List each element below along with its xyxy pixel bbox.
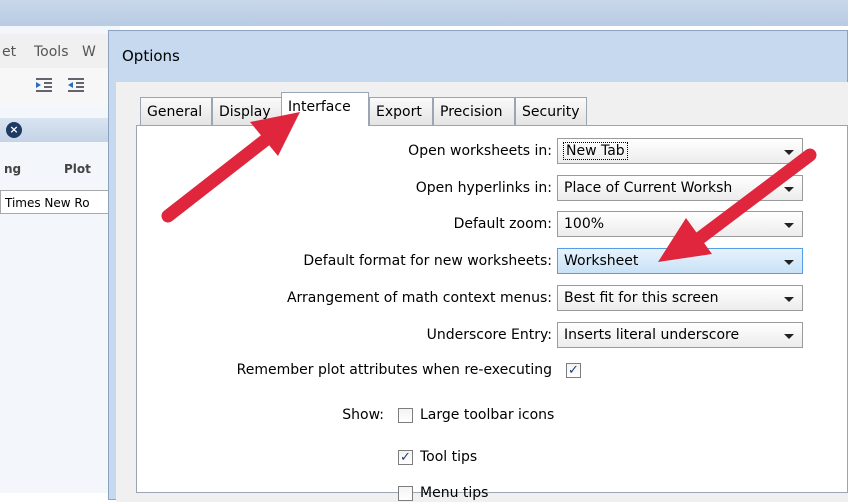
menu-item-window[interactable]: W	[82, 44, 96, 60]
tab-label: Security	[522, 104, 580, 120]
tab-export[interactable]: Export	[369, 97, 433, 125]
close-icon[interactable]: ×	[6, 122, 22, 138]
chevron-down-icon	[784, 260, 794, 265]
open-worksheets-value: New Tab	[563, 142, 628, 160]
underscore-value: Inserts literal underscore	[564, 327, 740, 343]
tab-label: Export	[376, 104, 422, 120]
tab-label: General	[147, 104, 203, 120]
background-toolbar	[0, 68, 120, 106]
open-hyperlinks-select[interactable]: Place of Current Worksh	[557, 175, 803, 201]
default-format-select[interactable]: Worksheet	[557, 248, 803, 274]
arrangement-select[interactable]: Best fit for this screen	[557, 285, 803, 311]
tab-label: Interface	[288, 99, 351, 115]
arrangement-label: Arrangement of math context menus:	[286, 290, 552, 306]
indent-icon[interactable]	[34, 77, 54, 93]
large-toolbar-icons-label: Large toolbar icons	[420, 407, 555, 423]
default-zoom-select[interactable]: 100%	[557, 211, 803, 237]
background-titlebar	[0, 0, 848, 26]
chevron-down-icon	[784, 223, 794, 228]
tool-tips-checkbox[interactable]: ✓	[398, 450, 413, 465]
default-zoom-label: Default zoom:	[453, 216, 552, 232]
tab-precision[interactable]: Precision	[433, 97, 515, 125]
menu-item-tools[interactable]: Tools	[34, 44, 69, 60]
menu-tips-checkbox[interactable]	[398, 486, 413, 501]
open-hyperlinks-value: Place of Current Worksh	[564, 180, 733, 196]
open-worksheets-label: Open worksheets in:	[408, 143, 552, 159]
default-zoom-value: 100%	[564, 216, 605, 232]
menu-item-sheet[interactable]: et	[2, 44, 16, 60]
remember-plot-label: Remember plot attributes when re-executi…	[236, 362, 552, 378]
dialog-title: Options	[122, 47, 180, 65]
chevron-down-icon	[784, 297, 794, 302]
outdent-icon[interactable]	[66, 77, 86, 93]
tab-security[interactable]: Security	[515, 97, 587, 125]
large-toolbar-icons-checkbox[interactable]	[398, 408, 413, 423]
open-worksheets-select[interactable]: New Tab	[557, 138, 803, 164]
tab-label: Display	[219, 104, 271, 120]
remember-plot-checkbox[interactable]: ✓	[566, 363, 581, 378]
tab-label: Precision	[440, 104, 503, 120]
tool-tips-label: Tool tips	[420, 449, 478, 465]
column-header-plot: Plot	[64, 162, 91, 176]
show-label: Show:	[342, 407, 384, 423]
font-name-field[interactable]: Times New Ro	[0, 190, 114, 214]
tab-display[interactable]: Display	[212, 97, 282, 125]
underscore-select[interactable]: Inserts literal underscore	[557, 322, 803, 348]
chevron-down-icon	[784, 187, 794, 192]
tab-interface[interactable]: Interface	[281, 92, 369, 126]
tab-general[interactable]: General	[140, 97, 212, 125]
arrangement-value: Best fit for this screen	[564, 290, 719, 306]
menu-tips-label: Menu tips	[420, 485, 489, 501]
chevron-down-icon	[784, 334, 794, 339]
open-hyperlinks-label: Open hyperlinks in:	[415, 180, 552, 196]
default-format-value: Worksheet	[564, 253, 639, 269]
chevron-down-icon	[784, 150, 794, 155]
underscore-label: Underscore Entry:	[426, 327, 552, 343]
column-header-ng: ng	[4, 162, 22, 176]
default-format-label: Default format for new worksheets:	[303, 253, 552, 269]
